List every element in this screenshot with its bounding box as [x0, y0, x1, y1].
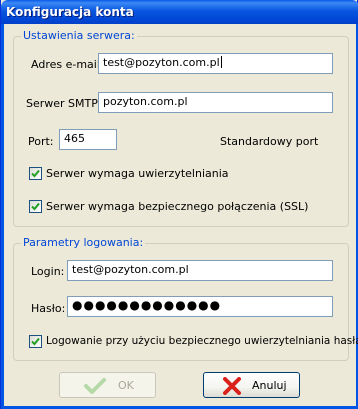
dialog-window: Konfiguracja konta Ustawienia serwera: A…	[0, 0, 358, 409]
smtp-server-field[interactable]: pozyton.com.pl	[98, 92, 333, 113]
port-field[interactable]: 465	[59, 129, 117, 150]
server-settings-legend: Ustawienia serwera:	[21, 29, 137, 42]
default-port-link[interactable]: Standardowy port	[220, 135, 318, 148]
login-label: Login:	[31, 265, 65, 278]
password-value: ●●●●●●●●●●●●●	[72, 298, 222, 312]
title-bar[interactable]: Konfiguracja konta	[1, 0, 358, 24]
email-label: Adres e-mail:	[31, 58, 104, 71]
cancel-button-label: Anuluj	[252, 379, 287, 392]
check-mark-icon	[31, 202, 40, 211]
smtp-label: Serwer SMTP:	[26, 97, 102, 110]
ok-button-label: OK	[118, 379, 134, 392]
check-mark-icon	[31, 169, 40, 178]
login-value: test@pozyton.com.pl	[72, 263, 189, 276]
email-value: test@pozyton.com.pl	[103, 56, 220, 69]
window-title: Konfiguracja konta	[6, 5, 134, 19]
check-icon	[84, 378, 106, 394]
login-parameters-legend: Parametry logowania:	[21, 236, 146, 249]
x-icon	[223, 377, 241, 395]
check-mark-icon	[31, 337, 40, 346]
ssl-required-checkbox[interactable]	[29, 200, 42, 213]
cancel-button[interactable]: Anuluj	[203, 372, 300, 398]
secure-auth-checkbox[interactable]	[29, 335, 42, 348]
ssl-required-label[interactable]: Serwer wymaga bezpiecznego połączenia (S…	[46, 200, 308, 213]
port-label: Port:	[28, 135, 54, 148]
port-value: 465	[64, 132, 85, 145]
ok-button[interactable]: OK	[59, 372, 156, 398]
login-field[interactable]: test@pozyton.com.pl	[67, 260, 333, 281]
smtp-value: pozyton.com.pl	[103, 95, 188, 108]
text-caret	[220, 56, 222, 68]
secure-auth-label[interactable]: Logowanie przy użyciu bezpiecznego uwier…	[46, 335, 358, 347]
auth-required-checkbox[interactable]	[29, 167, 42, 180]
password-field[interactable]: ●●●●●●●●●●●●●	[67, 296, 333, 317]
password-label: Hasło:	[31, 302, 66, 315]
email-field[interactable]: test@pozyton.com.pl	[98, 53, 333, 74]
auth-required-label[interactable]: Serwer wymaga uwierzytelniania	[46, 167, 229, 180]
